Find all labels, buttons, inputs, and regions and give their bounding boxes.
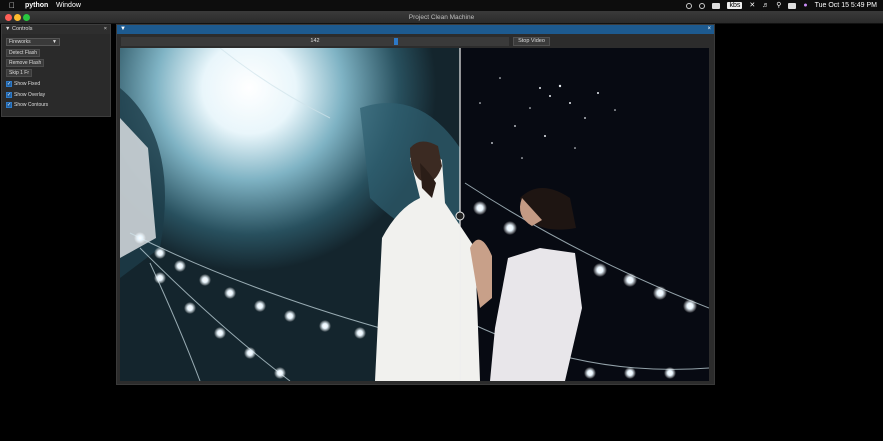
video-image bbox=[120, 48, 709, 381]
window-titlebar: Project Clean Machine bbox=[0, 11, 883, 24]
clock[interactable]: Tue Oct 15 5:49 PM bbox=[815, 0, 877, 11]
apple-icon[interactable]:  bbox=[9, 0, 15, 11]
stop-video-button[interactable]: Stop Video bbox=[513, 37, 550, 46]
video-frame[interactable] bbox=[120, 48, 709, 381]
app-menu[interactable]: python bbox=[25, 0, 48, 11]
collapse-arrow-icon[interactable]: ▼ bbox=[5, 26, 10, 32]
controls-title: Controls bbox=[11, 26, 33, 32]
show-overlay-checkbox[interactable]: ✓ Show Overlay bbox=[6, 91, 45, 99]
checkmark-icon: ✓ bbox=[6, 102, 12, 108]
siri-icon[interactable]: ● bbox=[803, 0, 807, 11]
wifi-off-icon[interactable]: ✕ bbox=[749, 0, 755, 11]
show-fixed-checkbox[interactable]: ✓ Show Fixed bbox=[6, 80, 40, 88]
window-title: Project Clean Machine bbox=[408, 14, 475, 21]
skip-frame-button[interactable]: Skip 1 Fr bbox=[6, 69, 33, 77]
slider-handle[interactable] bbox=[393, 38, 398, 45]
video-panel: ▼ × 142 Stop Video bbox=[116, 24, 715, 385]
controls-header[interactable]: ▼ Controls × bbox=[2, 25, 110, 34]
status-area: kbs ✕ ♬ ⚲ ● Tue Oct 15 5:49 PM bbox=[686, 0, 877, 11]
frame-slider-value: 142 bbox=[310, 38, 320, 44]
close-icon[interactable]: × bbox=[104, 25, 107, 34]
text-icon[interactable] bbox=[712, 2, 721, 9]
checkmark-icon: ✓ bbox=[6, 81, 12, 87]
frame-slider[interactable]: 142 bbox=[121, 37, 509, 46]
search-icon[interactable]: ⚲ bbox=[776, 0, 781, 11]
close-icon[interactable]: × bbox=[707, 25, 711, 34]
mode-select-value: Fireworks bbox=[9, 39, 31, 45]
video-panel-header[interactable]: ▼ × bbox=[117, 25, 714, 34]
play-icon[interactable] bbox=[699, 2, 706, 9]
show-fixed-label: Show Fixed bbox=[14, 81, 41, 87]
remove-flash-button[interactable]: Remove Flash bbox=[6, 59, 45, 67]
volume-icon[interactable]: ♬ bbox=[762, 0, 769, 11]
collapse-arrow-icon[interactable]: ▼ bbox=[120, 25, 126, 34]
show-contours-checkbox[interactable]: ✓ Show Contours bbox=[6, 101, 48, 109]
keyboard-badge[interactable]: kbs bbox=[727, 2, 743, 9]
checkmark-icon: ✓ bbox=[6, 92, 12, 98]
sync-icon[interactable] bbox=[686, 2, 693, 9]
show-contours-label: Show Contours bbox=[14, 102, 49, 108]
menu-bar:  python Window kbs ✕ ♬ ⚲ ● Tue Oct 15 5… bbox=[0, 0, 883, 11]
window-menu[interactable]: Window bbox=[56, 0, 81, 11]
detect-flash-button[interactable]: Detect Flash bbox=[6, 49, 41, 57]
controls-panel: ▼ Controls × Fireworks ▼ Detect Flash Re… bbox=[1, 24, 111, 117]
control-center-icon[interactable] bbox=[788, 2, 797, 9]
show-overlay-label: Show Overlay bbox=[14, 92, 46, 98]
mode-select[interactable]: Fireworks ▼ bbox=[6, 38, 60, 46]
chevron-down-icon: ▼ bbox=[52, 39, 57, 45]
